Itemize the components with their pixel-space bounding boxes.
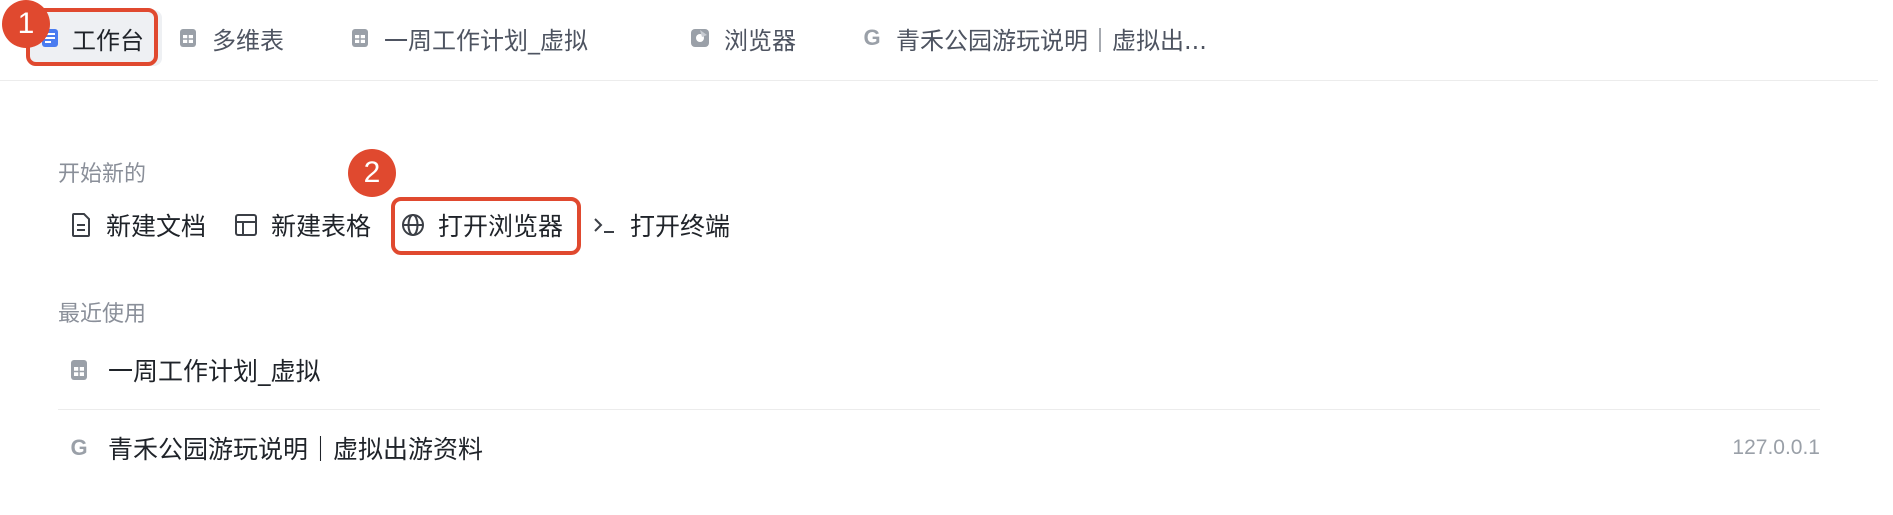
section-title-recent: 最近使用 xyxy=(58,302,147,327)
step-badge-2: 2 xyxy=(348,149,396,197)
step-badge-1: 1 xyxy=(2,0,50,48)
workbench-page: 工作台 多维表 一周工作计划_虚拟 浏览器 G 青禾公园游玩说明｜虚拟出... … xyxy=(0,0,1893,515)
grid-icon xyxy=(233,212,259,238)
tab-label: 浏览器 xyxy=(724,26,796,55)
action-label: 打开浏览器 xyxy=(438,212,564,241)
tab-multidimensional-table[interactable]: 多维表 xyxy=(178,10,284,66)
tab-label: 多维表 xyxy=(212,26,284,55)
globe-icon xyxy=(400,212,426,238)
new-spreadsheet-button[interactable]: 新建表格 xyxy=(233,203,371,247)
tab-browser[interactable]: 浏览器 xyxy=(690,10,796,66)
tab-label: 一周工作计划_虚拟 xyxy=(384,26,588,55)
table-icon xyxy=(350,28,370,48)
browser-icon xyxy=(690,28,710,48)
tab-label: 青禾公园游玩说明｜虚拟出... xyxy=(896,26,1207,55)
recent-item[interactable]: 一周工作计划_虚拟 xyxy=(58,337,1820,403)
action-label: 新建表格 xyxy=(271,212,372,241)
terminal-icon xyxy=(592,212,618,238)
google-icon: G xyxy=(863,25,881,50)
action-label: 新建文档 xyxy=(106,212,207,241)
tab-label: 工作台 xyxy=(72,26,144,55)
open-browser-button[interactable]: 打开浏览器 xyxy=(400,203,563,247)
open-terminal-button[interactable]: 打开终端 xyxy=(592,203,730,247)
google-icon: G xyxy=(70,435,88,460)
recent-item[interactable]: G 青禾公园游玩说明｜虚拟出游资料 127.0.0.1 xyxy=(58,415,1820,481)
recent-item-title: 一周工作计划_虚拟 xyxy=(108,357,321,386)
divider xyxy=(58,409,1820,410)
action-label: 打开终端 xyxy=(630,212,731,241)
table-icon xyxy=(178,28,198,48)
recent-item-title: 青禾公园游玩说明｜虚拟出游资料 xyxy=(108,435,484,464)
new-document-button[interactable]: 新建文档 xyxy=(68,203,206,247)
document-icon xyxy=(68,212,94,238)
tab-park-guide[interactable]: G 青禾公园游玩说明｜虚拟出... xyxy=(862,10,1207,66)
tab-bar: 工作台 多维表 一周工作计划_虚拟 浏览器 G 青禾公园游玩说明｜虚拟出... xyxy=(0,0,1878,81)
table-icon xyxy=(68,359,90,381)
tab-weekly-plan[interactable]: 一周工作计划_虚拟 xyxy=(350,10,588,66)
recent-item-host: 127.0.0.1 xyxy=(1732,436,1820,459)
section-title-start-new: 开始新的 xyxy=(58,162,147,187)
